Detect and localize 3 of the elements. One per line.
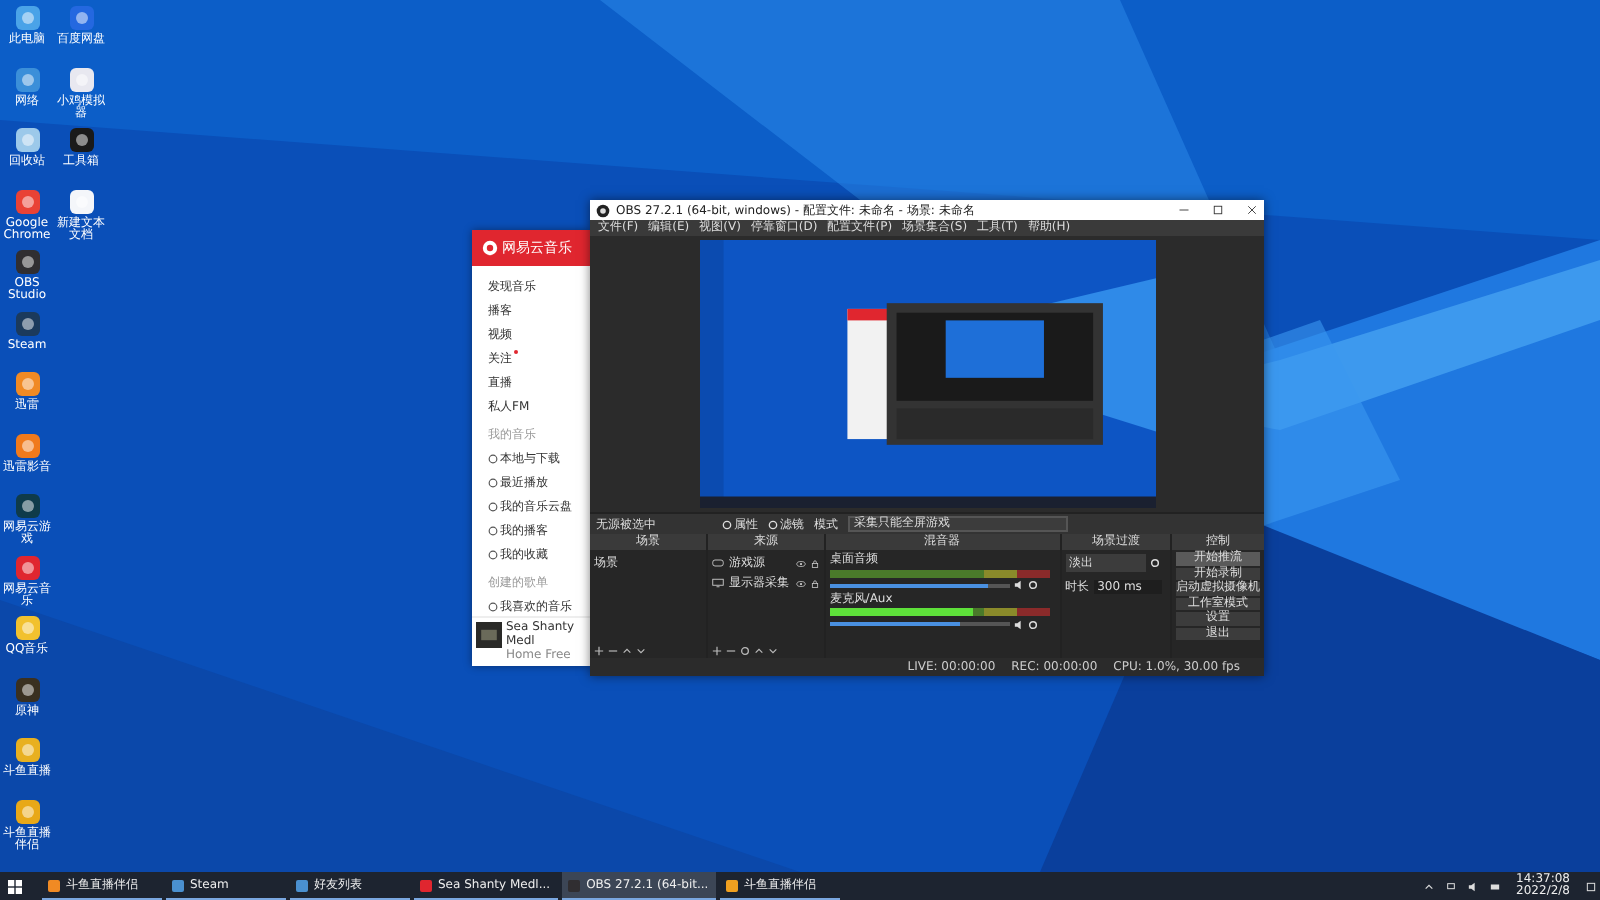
chevron-up-icon[interactable]: [1424, 881, 1435, 891]
windows-logo-icon[interactable]: [8, 879, 22, 893]
volume-icon[interactable]: [1468, 881, 1479, 891]
